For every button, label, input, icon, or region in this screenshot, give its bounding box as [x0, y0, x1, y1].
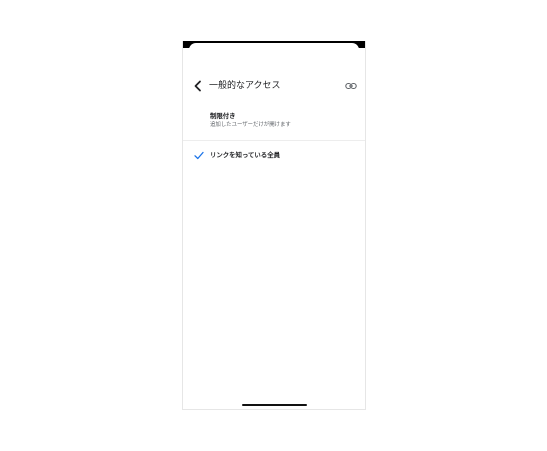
- header: 一般的なアクセス: [183, 77, 365, 97]
- option-anyone-title: リンクを知っている全員: [210, 151, 280, 159]
- home-indicator: [242, 404, 307, 406]
- option-restricted-subtitle: 追加したユーザーだけが開けます: [210, 122, 291, 128]
- option-restricted-title: 制限付き: [210, 112, 236, 120]
- option-anyone-with-link[interactable]: リンクを知っている全員: [183, 147, 365, 163]
- phone-frame: 一般的なアクセス 制限付き 追加したユーザーだけが開けます リンクを知っている全…: [182, 41, 366, 410]
- screen: 一般的なアクセス 制限付き 追加したユーザーだけが開けます リンクを知っている全…: [0, 0, 547, 451]
- option-restricted[interactable]: 制限付き 追加したユーザーだけが開けます: [183, 109, 365, 139]
- chevron-left-icon[interactable]: [192, 80, 204, 92]
- link-icon[interactable]: [345, 81, 357, 91]
- divider: [183, 140, 365, 141]
- checkmark-icon: [194, 151, 204, 160]
- sheet-top-edge: [189, 43, 359, 51]
- page-title: 一般的なアクセス: [209, 81, 281, 91]
